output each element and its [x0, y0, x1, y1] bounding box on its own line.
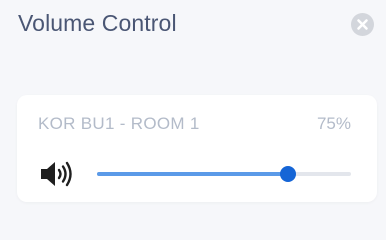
slider-thumb[interactable] — [279, 166, 296, 182]
volume-card: KOR BU1 - ROOM 1 75% — [17, 95, 377, 202]
room-name: KOR BU1 - ROOM 1 — [38, 114, 200, 133]
close-button[interactable] — [351, 13, 374, 36]
close-icon — [357, 19, 368, 30]
speaker-volume-icon[interactable] — [39, 161, 73, 187]
slider-fill — [97, 172, 288, 176]
volume-value: 75% — [316, 114, 351, 133]
panel-title: Volume Control — [18, 10, 177, 36]
volume-slider[interactable] — [97, 166, 351, 182]
